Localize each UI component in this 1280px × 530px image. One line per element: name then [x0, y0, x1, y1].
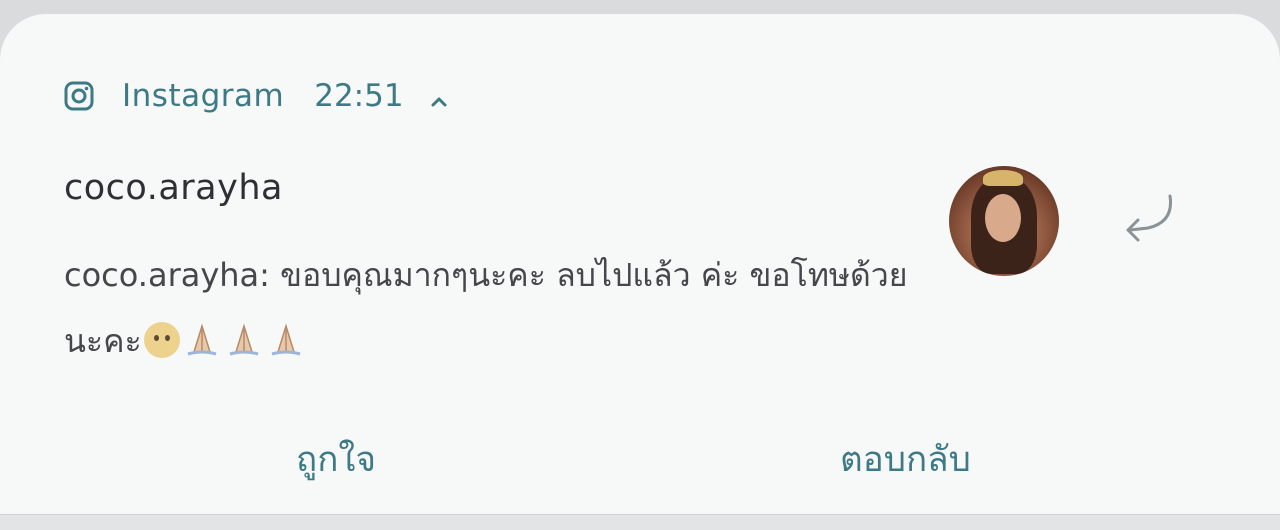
reply-arrow-icon[interactable]: [1118, 192, 1184, 248]
sender-name: coco.arayha: [64, 168, 283, 208]
sad-face-emoji: [143, 322, 180, 358]
bottom-edge: [0, 514, 1280, 530]
folded-hands-emoji: [182, 312, 222, 356]
notification-time: 22:51: [314, 78, 404, 114]
notification-actions: ถูกใจ ตอบกลับ: [0, 432, 1280, 482]
notification-card[interactable]: Instagram 22:51 coco.arayha coco.arayha:…: [0, 14, 1280, 514]
notification-header: Instagram 22:51: [64, 76, 450, 116]
profile-avatar[interactable]: [949, 166, 1059, 276]
folded-hands-emoji: [224, 312, 264, 356]
chevron-up-icon[interactable]: [428, 85, 450, 107]
instagram-icon: [64, 81, 94, 111]
like-button[interactable]: ถูกใจ: [296, 432, 376, 487]
folded-hands-emoji: [266, 312, 306, 356]
message-body: coco.arayha: ขอบคุณมากๆนะคะ ลบไปแล้ว ค่ะ…: [64, 242, 924, 374]
avatar-crown: [983, 170, 1023, 186]
avatar-face: [985, 194, 1021, 242]
app-name: Instagram: [122, 78, 285, 114]
reply-button[interactable]: ตอบกลับ: [840, 432, 971, 487]
